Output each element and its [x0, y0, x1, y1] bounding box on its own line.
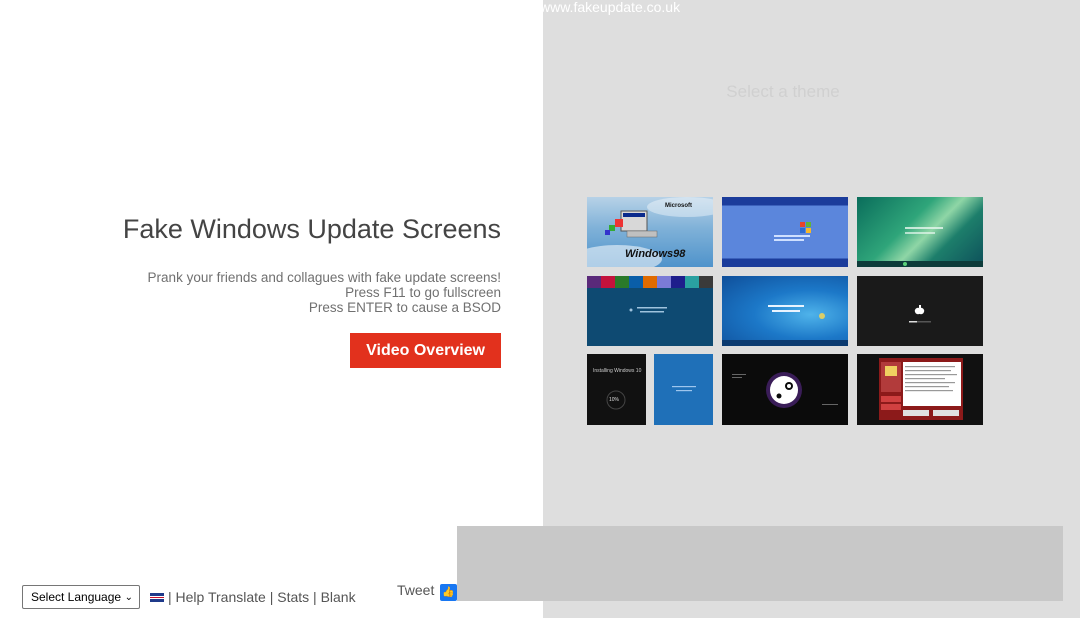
hero-description: Prank your friends and collagues with fa…: [81, 270, 501, 315]
hero-line-fullscreen: Press F11 to go fullscreen: [345, 285, 501, 300]
windows-7-artwork: [722, 305, 848, 346]
ransomware-artwork: [879, 358, 963, 420]
page: www.fakeupdate.co.uk Select a theme Fake…: [0, 0, 1080, 618]
site-url-link[interactable]: www.fakeupdate.co.uk: [540, 0, 680, 15]
steam-logo-icon: [732, 372, 838, 408]
hero-section: Fake Windows Update Screens Prank your f…: [81, 214, 501, 368]
page-title: Fake Windows Update Screens: [122, 214, 501, 244]
windows-xp-artwork: [774, 222, 811, 241]
chevron-down-icon: ⌄: [124, 591, 133, 603]
apple-logo-icon: [909, 305, 931, 323]
tweet-button[interactable]: Tweet: [397, 582, 434, 598]
theme-steam[interactable]: [722, 354, 848, 425]
theme-windows98[interactable]: Microsoft Windows98: [587, 197, 713, 267]
language-select[interactable]: Select Language ⌄: [22, 585, 140, 609]
video-overview-button[interactable]: Video Overview: [350, 333, 501, 368]
theme-blue-screen[interactable]: [654, 354, 713, 425]
win10-progress-ring: [606, 390, 626, 410]
theme-windows-10[interactable]: Installing Windows 10 10%: [587, 354, 646, 425]
hero-line-bsod: Press ENTER to cause a BSOD: [308, 300, 501, 315]
footer-links: | Help Translate | Stats | Blank: [168, 589, 356, 605]
select-theme-heading: Select a theme: [726, 82, 840, 101]
theme-windows-8[interactable]: [587, 276, 713, 346]
theme-windows-xp[interactable]: [722, 197, 848, 267]
theme-grid: Microsoft Windows98 Installing Windows 1…: [587, 197, 983, 425]
facebook-like-icon[interactable]: 👍: [440, 584, 457, 601]
blue-screen-artwork: [672, 386, 696, 392]
theme-windows-vista[interactable]: [857, 197, 983, 267]
ad-placeholder: [457, 526, 1063, 601]
win98-logo-text: Windows98: [625, 248, 686, 260]
help-translate-link[interactable]: Help Translate: [176, 589, 266, 605]
windows-vista-artwork: [857, 227, 983, 267]
win98-brand-text: Microsoft: [665, 203, 692, 209]
uk-flag-icon: [150, 592, 164, 602]
theme-windows-7[interactable]: [722, 276, 848, 346]
theme-ransomware[interactable]: [857, 354, 983, 425]
windows-8-artwork: [587, 276, 713, 313]
stats-link[interactable]: Stats: [277, 589, 309, 605]
win10-percent-text: 10%: [609, 397, 620, 403]
hero-line-prank: Prank your friends and collagues with fa…: [147, 270, 501, 285]
footer-bar: Select Language ⌄ | Help Translate | Sta…: [22, 585, 356, 609]
theme-macos[interactable]: [857, 276, 983, 346]
win10-installing-text: Installing Windows 10: [593, 368, 642, 374]
language-select-label: Select Language: [31, 590, 122, 604]
blank-link[interactable]: Blank: [321, 589, 356, 605]
